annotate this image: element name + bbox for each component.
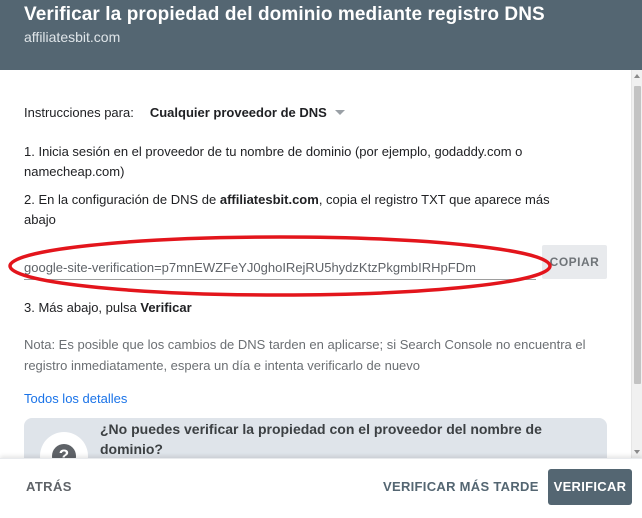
scrollbar[interactable] <box>631 70 642 458</box>
verify-button[interactable]: VERIFICAR <box>548 469 632 505</box>
dialog-footer: ATRÁS VERIFICAR MÁS TARDE VERIFICAR <box>0 458 642 518</box>
step-3-verify: Verificar <box>140 300 192 315</box>
dialog-content: Instrucciones para: Cualquier proveedor … <box>0 70 631 458</box>
copy-button[interactable]: COPIAR <box>542 245 607 279</box>
chevron-down-icon <box>334 109 345 115</box>
scroll-up-arrow-icon[interactable] <box>634 74 640 78</box>
txt-record-field[interactable]: google-site-verification=p7mnEWZFeYJ0gho… <box>24 256 536 280</box>
help-panel[interactable]: ? ¿No puedes verificar la propiedad con … <box>24 418 607 458</box>
instructions-row: Instrucciones para: Cualquier proveedor … <box>24 102 345 122</box>
step-3: 3. Más abajo, pulsa Verificar <box>24 298 584 318</box>
verify-later-button[interactable]: VERIFICAR MÁS TARDE <box>383 479 539 494</box>
step-1: 1. Inicia sesión en el proveedor de tu n… <box>24 144 523 179</box>
dialog-header: Verificar la propiedad del dominio media… <box>0 0 642 70</box>
question-icon: ? <box>52 444 76 458</box>
dialog-title: Verificar la propiedad del dominio media… <box>24 4 545 25</box>
dns-note: Nota: Es posible que los cambios de DNS … <box>24 337 586 373</box>
provider-value: Cualquier proveedor de DNS <box>149 104 327 120</box>
scroll-down-arrow-icon[interactable] <box>634 450 640 454</box>
step-2-prefix: 2. En la configuración de DNS de <box>24 192 220 207</box>
step-2-domain: affiliatesbit.com <box>219 192 319 207</box>
help-icon-circle: ? <box>40 432 88 458</box>
step-3-prefix: 3. Más abajo, pulsa <box>24 300 141 315</box>
instructions-label: Instrucciones para: <box>24 104 134 120</box>
step-2: 2. En la configuración de DNS de affilia… <box>24 190 584 230</box>
help-title: ¿No puedes verificar la propiedad con el… <box>100 421 542 457</box>
provider-dropdown[interactable]: Cualquier proveedor de DNS <box>150 105 345 120</box>
scroll-thumb[interactable] <box>634 86 641 384</box>
property-domain: affiliatesbit.com <box>24 29 121 45</box>
back-button[interactable]: ATRÁS <box>26 479 72 494</box>
all-details-link[interactable]: Todos los detalles <box>24 391 127 406</box>
